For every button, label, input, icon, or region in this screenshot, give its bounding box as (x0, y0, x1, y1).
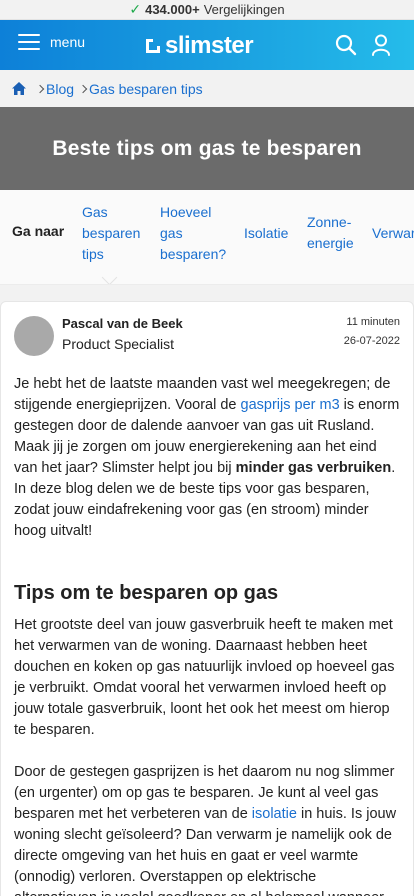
author-name: Pascal van de Beek (62, 316, 183, 331)
logo-text: slimster (165, 32, 254, 59)
user-icon[interactable] (371, 34, 391, 61)
jump-label: Ga naar (12, 223, 65, 239)
logo-mark-icon (146, 39, 160, 53)
intro-bold: minder gas verbruiken (235, 460, 392, 476)
menu-button[interactable]: menu (18, 34, 85, 50)
jump-item-verwarmen[interactable]: Verwarmen (372, 223, 414, 244)
isolatie-link[interactable]: isolatie (252, 806, 297, 822)
breadcrumb-current[interactable]: Gas besparen tips (89, 81, 203, 97)
breadcrumb-blog[interactable]: Blog (46, 81, 74, 97)
jump-item-gas-besparen-tips[interactable]: Gas besparen tips (82, 202, 140, 265)
jump-item-hoeveel-gas-besparen[interactable]: Hoeveel gas besparen? (160, 202, 226, 265)
read-time: 11 minuten (346, 316, 400, 328)
page-title: Beste tips om gas te besparen (52, 136, 362, 160)
site-header: menu slimster (0, 20, 414, 70)
jump-navigation: Ga naar Gas besparen tips Hoeveel gas be… (0, 190, 414, 285)
avatar (14, 316, 54, 356)
jump-item-line: besparen (82, 225, 141, 241)
article-card: Pascal van de Beek Product Specialist 11… (0, 301, 414, 896)
jump-item-line: besparen? (160, 246, 227, 262)
jump-item-line: Zonne- (307, 214, 352, 230)
jump-item-line: Gas (82, 204, 108, 220)
comparison-label: Vergelijkingen (203, 2, 285, 17)
post-date: 26-07-2022 (343, 335, 400, 347)
section-paragraph-2: Door de gestegen gasprijzen is het daaro… (14, 762, 400, 896)
usp-bar: ✓ 434.000+ Vergelijkingen (0, 0, 414, 20)
jump-item-line: gas (160, 225, 183, 241)
intro-paragraph: Je hebt het de laatste maanden vast wel … (14, 374, 400, 542)
chevron-right-icon (78, 84, 88, 93)
breadcrumb: Blog Gas besparen tips (0, 70, 414, 107)
author-block: Pascal van de Beek Product Specialist 11… (14, 314, 400, 374)
section-paragraph-1: Het grootste deel van jouw gasverbruik h… (14, 617, 395, 738)
search-icon[interactable] (335, 34, 357, 61)
section-heading: Tips om te besparen op gas (14, 582, 279, 604)
jump-item-line: tips (82, 246, 104, 262)
jump-item-isolatie[interactable]: Isolatie (244, 223, 288, 244)
jump-item-line: Verwarmen (372, 225, 414, 241)
jump-item-line: energie (307, 235, 354, 251)
hero-banner: Beste tips om gas te besparen (0, 107, 414, 190)
author-role: Product Specialist (62, 336, 175, 352)
home-icon[interactable] (11, 81, 27, 96)
hamburger-icon (18, 34, 40, 50)
gasprijs-link[interactable]: gasprijs per m3 (241, 397, 340, 413)
jump-item-line: Hoeveel (160, 204, 212, 220)
menu-label: menu (50, 34, 86, 50)
chevron-right-icon (35, 84, 45, 93)
slimster-logo[interactable]: slimster (146, 32, 254, 60)
comparison-count: 434.000+ (145, 2, 200, 17)
check-icon: ✓ (129, 1, 142, 17)
jump-item-zonne-energie[interactable]: Zonne- energie (307, 212, 354, 254)
jump-item-line: Isolatie (244, 225, 289, 241)
